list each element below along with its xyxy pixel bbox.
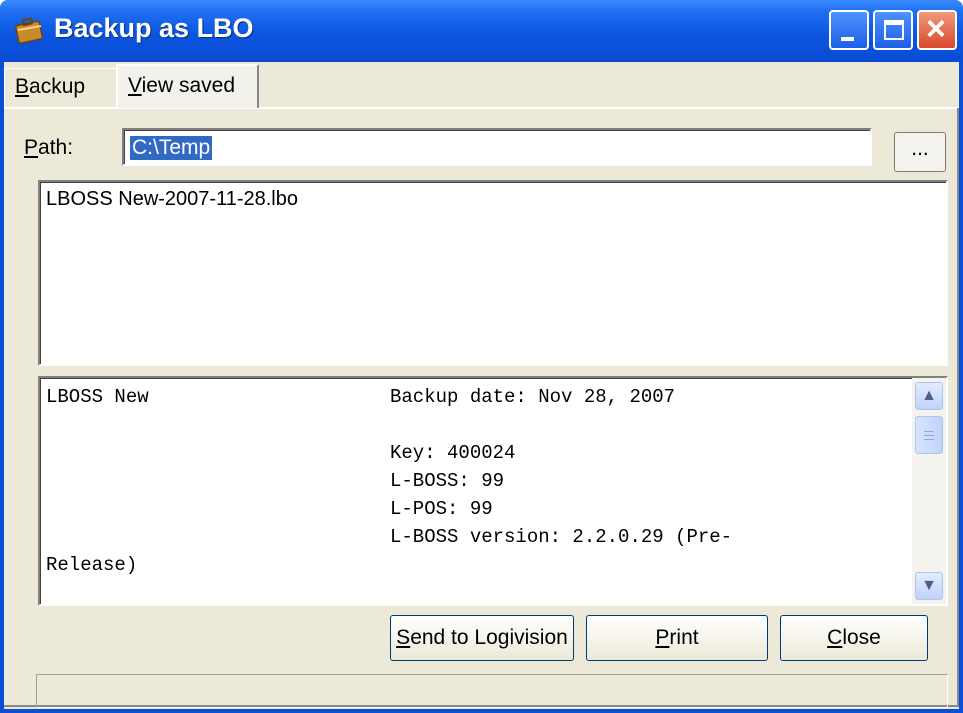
minimize-button[interactable] — [829, 10, 869, 50]
details-backup-date: Backup date: Nov 28, 2007 — [390, 386, 676, 408]
close-accel: C — [827, 626, 843, 649]
app-window: Backup as LBO × Backup View saved Path: … — [0, 0, 963, 713]
tab-backup-accel: B — [15, 75, 30, 98]
path-label-text: ath: — [38, 136, 74, 159]
close-label: lose — [842, 626, 881, 649]
scroll-down-button[interactable]: ▼ — [915, 572, 943, 600]
details-version: L-BOSS version: 2.2.0.29 (Pre- — [390, 526, 733, 548]
client-area: Backup View saved Path: C:\Temp ... LBOS… — [4, 62, 959, 709]
scroll-up-button[interactable]: ▲ — [915, 382, 943, 410]
thumb-grip — [924, 431, 934, 432]
tab-backup-label: ackup — [29, 75, 86, 98]
vertical-scrollbar[interactable]: ▲ ▼ — [912, 378, 946, 604]
thumb-grip — [924, 439, 934, 440]
thumb-grip — [924, 435, 934, 436]
tab-view-saved[interactable]: View saved — [116, 64, 259, 108]
details-version-wrap: Release) — [46, 554, 138, 576]
path-label: Path: — [24, 136, 73, 160]
print-accel: P — [655, 626, 670, 649]
details-name: LBOSS New — [46, 386, 149, 408]
window-title: Backup as LBO — [54, 13, 254, 43]
print-button[interactable]: Print — [586, 615, 768, 661]
print-label: rint — [669, 626, 699, 649]
saved-file-list[interactable]: LBOSS New-2007-11-28.lbo — [38, 180, 948, 366]
send-accel: S — [396, 626, 411, 649]
backup-details-textbox[interactable]: LBOSS New Backup date: Nov 28, 2007 Key:… — [38, 376, 948, 606]
path-value: C:\Temp — [130, 136, 213, 160]
briefcase-icon — [15, 17, 44, 44]
close-icon: × — [926, 10, 946, 48]
tab-view-saved-accel: V — [128, 74, 142, 97]
send-label: end to Logivision — [410, 626, 568, 649]
path-input[interactable]: C:\Temp — [122, 128, 872, 166]
close-window-button[interactable]: × — [917, 10, 957, 50]
maximize-button[interactable] — [873, 10, 913, 50]
chevron-down-icon: ▼ — [921, 577, 937, 594]
details-key: Key: 400024 — [390, 442, 516, 464]
details-lpos: L-POS: 99 — [390, 498, 493, 520]
path-label-accel: P — [24, 136, 39, 159]
status-bar — [36, 674, 948, 708]
title-bar[interactable]: Backup as LBO × — [0, 0, 963, 62]
details-lboss: L-BOSS: 99 — [390, 470, 505, 492]
chevron-up-icon: ▲ — [921, 387, 937, 404]
browse-button[interactable]: ... — [894, 132, 946, 172]
close-button[interactable]: Close — [780, 615, 928, 661]
tab-backup[interactable]: Backup — [4, 68, 116, 106]
minimize-icon — [841, 37, 854, 41]
tab-view-saved-label: iew saved — [141, 74, 236, 97]
list-item[interactable]: LBOSS New-2007-11-28.lbo — [46, 188, 298, 211]
send-to-logivision-button[interactable]: Send to Logivision — [390, 615, 574, 661]
maximize-icon — [884, 20, 904, 40]
scrollbar-thumb[interactable] — [915, 416, 943, 454]
